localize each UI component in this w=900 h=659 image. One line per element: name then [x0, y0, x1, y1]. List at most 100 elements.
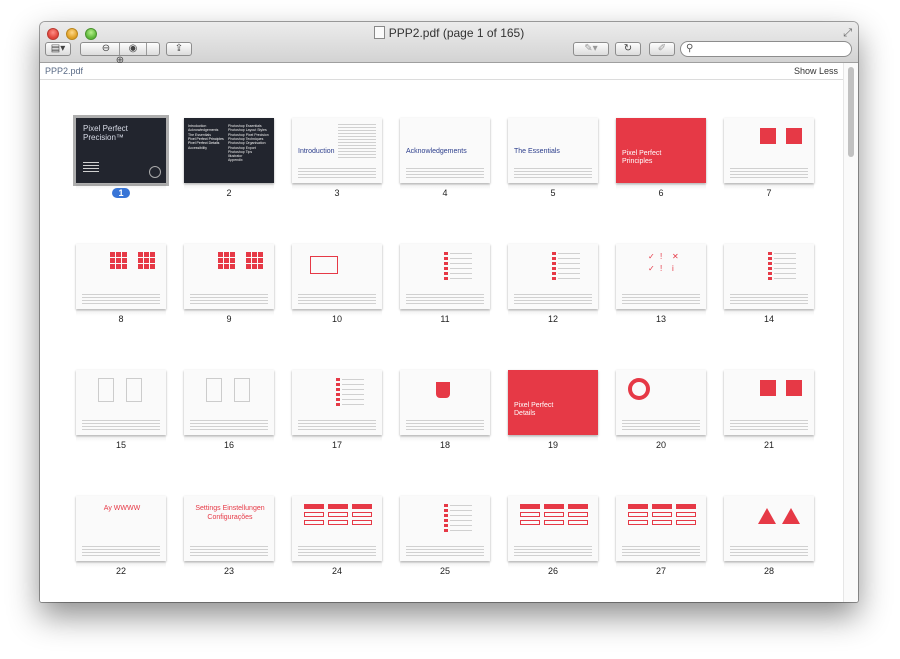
page-thumbnail-8[interactable]: 8 [76, 244, 166, 329]
red-square [230, 252, 235, 257]
page-preview[interactable] [724, 118, 814, 183]
page-title: Pixel Perfect Principles [622, 150, 662, 165]
share-button[interactable]: ⇪ [166, 42, 192, 56]
actual-size-icon[interactable]: ◉ [120, 43, 147, 55]
page-preview[interactable] [400, 496, 490, 561]
page-thumbnail-4[interactable]: Acknowledgements 4 [400, 118, 490, 203]
page-thumbnail-28[interactable]: 28 [724, 496, 814, 581]
red-square [786, 128, 802, 144]
text-line [514, 546, 592, 547]
vertical-scrollbar[interactable] [843, 63, 858, 602]
page-preview[interactable]: Settings Einstellungen Configurações [184, 496, 274, 561]
page-preview[interactable] [400, 370, 490, 435]
edit-button[interactable]: ✐ [649, 42, 675, 56]
page-thumbnail-13[interactable]: ✓! ✕ ✓! i 13 [616, 244, 706, 329]
page-thumbnail-27[interactable]: 27 [616, 496, 706, 581]
page-preview[interactable]: ✓! ✕ ✓! i [616, 244, 706, 309]
view-menu-button[interactable]: ▤▾ [45, 42, 71, 56]
page-preview[interactable]: Pixel Perfect Details [508, 370, 598, 435]
page-thumbnail-23[interactable]: Settings Einstellungen Configurações 23 [184, 496, 274, 581]
page-thumbnail-14[interactable]: 14 [724, 244, 814, 329]
page-preview[interactable] [292, 496, 382, 561]
page-thumbnail-11[interactable]: 11 [400, 244, 490, 329]
list-line [450, 278, 472, 279]
page-preview[interactable] [292, 244, 382, 309]
text-line [82, 303, 160, 304]
page-thumbnail-2[interactable]: Introduction Acknowledgements The Essentia… [184, 118, 274, 203]
page-number: 17 [292, 440, 382, 450]
show-less-button[interactable]: Show Less [794, 66, 838, 76]
page-preview[interactable] [724, 370, 814, 435]
page-thumbnail-10[interactable]: 10 [292, 244, 382, 329]
list-line [450, 268, 472, 269]
page-number: 6 [616, 188, 706, 198]
red-square [252, 264, 257, 269]
page-preview[interactable] [400, 244, 490, 309]
page-thumbnail-24[interactable]: 24 [292, 496, 382, 581]
page-thumbnail-15[interactable]: 15 [76, 370, 166, 455]
page-thumbnail-3[interactable]: Introduction 3 [292, 118, 382, 203]
page-preview[interactable] [184, 370, 274, 435]
text-line [190, 420, 268, 421]
page-thumbnail-26[interactable]: 26 [508, 496, 598, 581]
page-thumbnail-12[interactable]: 12 [508, 244, 598, 329]
red-square [252, 252, 257, 257]
page-thumbnail-1[interactable]: Pixel Perfect Precision™ 1 [76, 118, 166, 203]
text-line [190, 294, 268, 295]
red-square [218, 258, 223, 263]
rotate-button[interactable]: ↻ [615, 42, 641, 56]
zoom-out-icon[interactable]: ⊖ [93, 43, 120, 55]
page-preview[interactable]: Ay WWWW [76, 496, 166, 561]
page-preview[interactable]: Pixel Perfect Precision™ [76, 118, 166, 183]
search-field[interactable]: ⚲ [680, 41, 852, 57]
text-line [730, 171, 808, 172]
page-preview[interactable]: Introduction Acknowledgements The Essentia… [184, 118, 274, 183]
page-number: 24 [292, 566, 382, 576]
text-line [190, 555, 268, 556]
button-sketch [352, 520, 372, 525]
page-preview[interactable] [724, 244, 814, 309]
page-thumbnail-17[interactable]: 17 [292, 370, 382, 455]
page-thumbnail-19[interactable]: Pixel Perfect Details 19 [508, 370, 598, 455]
page-preview[interactable] [76, 244, 166, 309]
page-thumbnail-16[interactable]: 16 [184, 370, 274, 455]
page-preview[interactable]: Acknowledgements [400, 118, 490, 183]
page-preview[interactable]: Pixel Perfect Principles [616, 118, 706, 183]
text-line [514, 177, 592, 178]
red-square [122, 258, 127, 263]
text-line [730, 300, 808, 301]
red-square [144, 252, 149, 257]
annotate-button[interactable]: ✎▾ [573, 42, 609, 56]
page-thumbnail-7[interactable]: 7 [724, 118, 814, 203]
page-preview[interactable] [616, 496, 706, 561]
fullscreen-arrows-icon[interactable]: ⤢ [843, 27, 852, 40]
page-thumbnail-6[interactable]: Pixel Perfect Principles 6 [616, 118, 706, 203]
list-line [558, 263, 580, 264]
page-number-label: 20 [655, 440, 666, 450]
text-line [730, 420, 808, 421]
page-thumbnail-21[interactable]: 21 [724, 370, 814, 455]
scrollbar-thumb[interactable] [848, 67, 854, 157]
toc-item: Accessibility [188, 145, 208, 150]
page-preview[interactable] [292, 370, 382, 435]
text-line [622, 555, 700, 556]
page-thumbnail-22[interactable]: Ay WWWW 22 [76, 496, 166, 581]
text-line [514, 171, 592, 172]
page-preview[interactable] [616, 370, 706, 435]
page-preview[interactable] [508, 244, 598, 309]
page-preview[interactable] [508, 496, 598, 561]
page-thumbnail-5[interactable]: The Essentials 5 [508, 118, 598, 203]
button-sketch [544, 520, 564, 525]
button-sketch [328, 512, 348, 517]
page-preview[interactable] [76, 370, 166, 435]
page-preview[interactable]: The Essentials [508, 118, 598, 183]
search-input[interactable] [699, 43, 847, 55]
page-thumbnail-25[interactable]: 25 [400, 496, 490, 581]
page-preview[interactable]: Introduction [292, 118, 382, 183]
page-preview[interactable] [724, 496, 814, 561]
page-thumbnail-18[interactable]: 18 [400, 370, 490, 455]
page-preview[interactable] [184, 244, 274, 309]
page-thumbnail-20[interactable]: 20 [616, 370, 706, 455]
list-line [450, 515, 472, 516]
page-thumbnail-9[interactable]: 9 [184, 244, 274, 329]
